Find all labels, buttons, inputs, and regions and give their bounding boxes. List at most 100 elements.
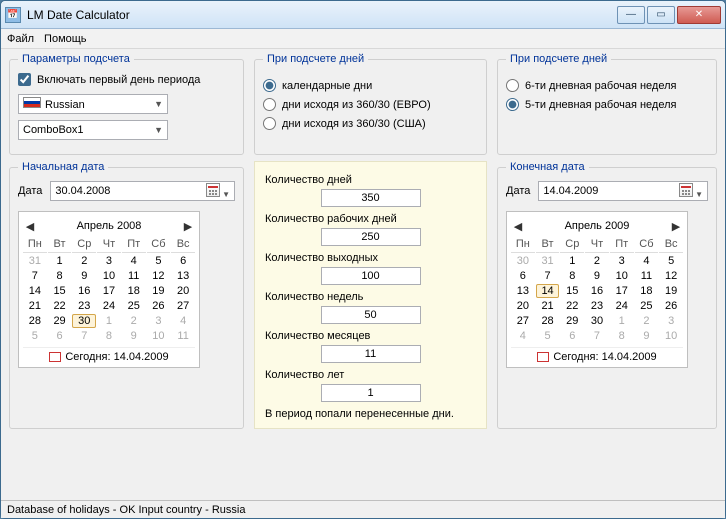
calendar-day[interactable]: 30 [511,254,535,268]
calendar-day[interactable]: 16 [72,284,96,298]
calendar-day[interactable]: 27 [171,299,195,313]
calendar-day[interactable]: 10 [610,269,634,283]
start-calendar[interactable]: ◀ Апрель 2008 ▶ ПнВтСрЧтПтСбВс3112345678… [18,211,200,368]
calendar-day[interactable]: 3 [659,314,683,328]
calendar-day[interactable]: 22 [560,299,584,313]
calendar-day[interactable]: 6 [171,254,195,268]
calendar-day[interactable]: 9 [122,329,146,343]
calendar-day[interactable]: 28 [23,314,47,328]
radio-5day[interactable]: 5-ти дневная рабочая неделя [506,98,708,111]
next-month-button[interactable]: ▶ [669,220,683,233]
calendar-day[interactable]: 15 [48,284,72,298]
calendar-day[interactable]: 3 [147,314,171,328]
calendar-day[interactable]: 17 [97,284,121,298]
calendar-day[interactable]: 7 [536,269,560,283]
next-month-button[interactable]: ▶ [181,220,195,233]
calendar-day[interactable]: 4 [511,329,535,343]
prev-month-button[interactable]: ◀ [23,220,37,233]
calendar-day[interactable]: 18 [122,284,146,298]
calendar-day[interactable]: 11 [171,329,195,343]
calendar-day[interactable]: 19 [147,284,171,298]
calendar-day[interactable]: 3 [610,254,634,268]
calendar-day[interactable]: 8 [97,329,121,343]
calendar-day[interactable]: 26 [659,299,683,313]
calendar-day[interactable]: 2 [635,314,659,328]
calendar-day[interactable]: 3 [97,254,121,268]
calendar-day[interactable]: 14 [23,284,47,298]
calendar-day[interactable]: 19 [659,284,683,298]
calendar-day[interactable]: 8 [560,269,584,283]
include-first-input[interactable] [18,73,31,86]
calendar-day[interactable]: 31 [536,254,560,268]
calendar-day[interactable]: 7 [585,329,609,343]
workdays-input[interactable] [321,228,421,246]
weeks-input[interactable] [321,306,421,324]
calendar-day[interactable]: 12 [659,269,683,283]
close-button[interactable]: ✕ [677,6,721,24]
months-input[interactable] [321,345,421,363]
radio-6day[interactable]: 6-ти дневная рабочая неделя [506,79,708,92]
calendar-day[interactable]: 13 [171,269,195,283]
calendar-day[interactable]: 21 [23,299,47,313]
start-today-link[interactable]: Сегодня: 14.04.2009 [23,347,195,363]
menu-help[interactable]: Помощь [44,33,87,45]
calendar-day[interactable]: 10 [97,269,121,283]
menu-file[interactable]: Файл [7,33,34,45]
prev-month-button[interactable]: ◀ [511,220,525,233]
titlebar[interactable]: 📅 LM Date Calculator — ▭ ✕ [1,1,725,29]
minimize-button[interactable]: — [617,6,645,24]
calendar-day[interactable]: 5 [536,329,560,343]
radio-360-euro[interactable]: дни исходя из 360/30 (ЕВРО) [263,98,478,111]
calendar-day[interactable]: 1 [560,254,584,268]
days-input[interactable] [321,189,421,207]
calendar-day[interactable]: 9 [585,269,609,283]
calendar-day[interactable]: 1 [48,254,72,268]
calendar-day[interactable]: 25 [635,299,659,313]
calendar-day[interactable]: 30 [585,314,609,328]
end-date-input[interactable]: 14.04.2009 ▼ [538,181,708,201]
calendar-day[interactable]: 31 [23,254,47,268]
calendar-day[interactable]: 4 [635,254,659,268]
radio-360-usa[interactable]: дни исходя из 360/30 (США) [263,117,478,130]
calendar-day[interactable]: 7 [23,269,47,283]
calendar-day[interactable]: 23 [72,299,96,313]
calendar-day[interactable]: 8 [610,329,634,343]
calendar-day[interactable]: 30 [72,314,96,328]
calendar-day[interactable]: 5 [147,254,171,268]
start-date-input[interactable]: 30.04.2008 ▼ [50,181,235,201]
calendar-day[interactable]: 11 [635,269,659,283]
calendar-day[interactable]: 9 [72,269,96,283]
calendar-day[interactable]: 1 [610,314,634,328]
calendar-day[interactable]: 26 [147,299,171,313]
calendar-day[interactable]: 24 [610,299,634,313]
start-cal-title[interactable]: Апрель 2008 [77,220,142,232]
calendar-day[interactable]: 17 [610,284,634,298]
end-cal-title[interactable]: Апрель 2009 [565,220,630,232]
calendar-day[interactable]: 24 [97,299,121,313]
calendar-day[interactable]: 13 [511,284,535,298]
calendar-day[interactable]: 1 [97,314,121,328]
calendar-day[interactable]: 10 [147,329,171,343]
years-input[interactable] [321,384,421,402]
calendar-day[interactable]: 28 [536,314,560,328]
end-today-link[interactable]: Сегодня: 14.04.2009 [511,347,683,363]
calendar-day[interactable]: 20 [511,299,535,313]
calendar-day[interactable]: 6 [560,329,584,343]
holidays-input[interactable] [321,267,421,285]
calendar-day[interactable]: 9 [635,329,659,343]
calendar-day[interactable]: 25 [122,299,146,313]
calendar-day[interactable]: 6 [48,329,72,343]
calendar-day[interactable]: 6 [511,269,535,283]
maximize-button[interactable]: ▭ [647,6,675,24]
calendar-day[interactable]: 18 [635,284,659,298]
calendar-day[interactable]: 4 [171,314,195,328]
calendar-day[interactable]: 20 [171,284,195,298]
calendar-day[interactable]: 2 [585,254,609,268]
calendar-day[interactable]: 10 [659,329,683,343]
calendar-day[interactable]: 7 [72,329,96,343]
calendar-day[interactable]: 5 [23,329,47,343]
calendar-day[interactable]: 27 [511,314,535,328]
calendar-day[interactable]: 11 [122,269,146,283]
calendar-day[interactable]: 23 [585,299,609,313]
radio-calendar[interactable]: календарные дни [263,79,478,92]
